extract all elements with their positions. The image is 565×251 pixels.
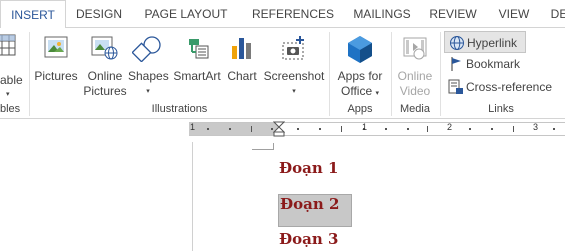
smartart-label: SmartArt (173, 69, 221, 83)
screenshot-label: Screenshot (263, 69, 325, 83)
ribbon-panel: able ▾ bles Pictures Online Pictures Sha… (0, 27, 565, 119)
hyperlink-button[interactable]: Hyperlink (444, 31, 526, 53)
paragraph-3[interactable]: Đoạn 3 (279, 229, 338, 249)
page-margin-corner (252, 149, 274, 150)
tab-developer[interactable]: DE (544, 0, 565, 27)
ruler-tick (513, 126, 514, 132)
apps-for-office-label-line1: Apps for (337, 69, 383, 83)
online-pictures-button[interactable]: Online Pictures (82, 32, 128, 98)
group-separator (329, 32, 330, 116)
online-video-label-line1: Online (397, 69, 433, 83)
cross-reference-label: Cross-reference (466, 80, 553, 94)
online-video-icon (403, 37, 427, 60)
apps-for-office-label-line2: Office ▾ (341, 84, 379, 98)
group-separator (29, 32, 30, 116)
pictures-label: Pictures (34, 69, 78, 83)
ruler-dot (469, 128, 471, 130)
tab-references[interactable]: REFERENCES (248, 0, 338, 27)
ruler-dot (229, 128, 231, 130)
ruler-tick (251, 126, 252, 132)
online-pictures-label-line2: Pictures (83, 84, 127, 98)
bookmark-icon (451, 57, 461, 71)
tables-group-label: bles (0, 103, 21, 115)
cross-reference-icon (448, 79, 463, 94)
tab-view[interactable]: VIEW (494, 0, 534, 27)
ruler-dot (385, 128, 387, 130)
tab-mailings[interactable]: MAILINGS (344, 0, 420, 27)
shapes-caret: ▾ (146, 88, 150, 95)
ruler-left-margin (189, 123, 279, 135)
ruler-dot (491, 128, 493, 130)
ruler-number: 2 (447, 122, 453, 132)
shapes-label: Shapes (128, 69, 169, 83)
group-separator (440, 32, 441, 116)
indent-marker-icon[interactable] (273, 121, 285, 137)
screenshot-icon (282, 36, 304, 60)
table-label: able (0, 73, 23, 87)
chart-label: Chart (227, 69, 257, 83)
table-button[interactable]: able ▾ (0, 32, 23, 98)
table-icon (0, 34, 16, 56)
apps-for-office-button[interactable]: Apps for Office ▾ (333, 32, 387, 98)
links-group-label: Links (488, 103, 514, 115)
online-pictures-label-line1: Online (87, 69, 123, 83)
apps-group-label: Apps (347, 103, 373, 115)
ruler-dot (319, 128, 321, 130)
pictures-button[interactable]: Pictures (33, 32, 79, 98)
ruler-tick (427, 126, 428, 132)
tab-review[interactable]: REVIEW (426, 0, 480, 27)
chart-icon (232, 38, 251, 59)
ruler-dot (553, 128, 555, 130)
hyperlink-label: Hyperlink (467, 36, 518, 50)
paragraph-2-selected[interactable]: Đoạn 2 (278, 194, 353, 227)
screenshot-button[interactable]: Screenshot ▾ (262, 32, 326, 98)
bookmark-button[interactable]: Bookmark (444, 53, 526, 75)
bookmark-label: Bookmark (466, 57, 521, 71)
tab-insert[interactable]: INSERT (0, 0, 66, 28)
online-pictures-icon (91, 36, 118, 60)
ruler-dot (297, 128, 299, 130)
ribbon-tab-bar: INSERT DESIGN PAGE LAYOUT REFERENCES MAI… (0, 0, 565, 28)
ruler-tick (341, 126, 342, 132)
document-page[interactable] (192, 142, 565, 251)
shapes-icon (132, 36, 161, 62)
ruler-dot (207, 128, 209, 130)
tab-design[interactable]: DESIGN (70, 0, 128, 27)
table-caret: ▾ (6, 91, 10, 98)
hyperlink-icon (450, 36, 464, 50)
ruler-number: 1 (190, 122, 196, 132)
ruler-number: 1 (362, 122, 368, 132)
group-separator (391, 32, 392, 116)
online-video-label-line2: Video (399, 84, 431, 98)
ruler-number: 3 (533, 122, 539, 132)
online-video-button[interactable]: Online Video (393, 32, 437, 98)
pictures-icon (44, 36, 68, 58)
screenshot-caret: ▾ (292, 88, 296, 95)
smartart-button[interactable]: SmartArt (170, 32, 224, 98)
apps-for-office-icon (348, 36, 372, 63)
page-margin-corner (273, 143, 274, 150)
chart-button[interactable]: Chart (225, 32, 259, 98)
cross-reference-button[interactable]: Cross-reference (444, 76, 558, 98)
media-group-label: Media (400, 103, 430, 115)
illustrations-group-label: Illustrations (151, 103, 208, 115)
paragraph-1[interactable]: Đoạn 1 (279, 158, 338, 178)
horizontal-ruler[interactable]: 1 1 2 3 (189, 121, 565, 137)
shapes-button[interactable]: Shapes ▾ (128, 32, 169, 98)
tab-page-layout[interactable]: PAGE LAYOUT (140, 0, 232, 27)
ruler-dot (407, 128, 409, 130)
smartart-icon (189, 39, 209, 59)
